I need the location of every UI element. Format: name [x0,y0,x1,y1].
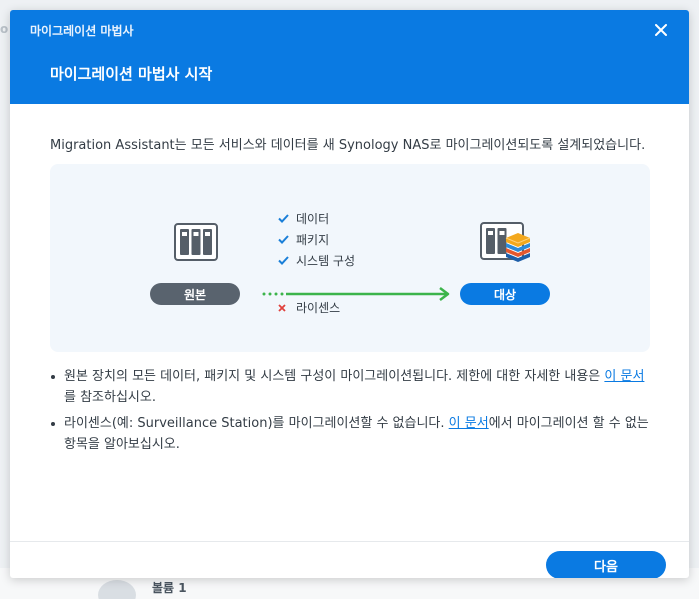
migration-wizard-dialog: 마이그레이션 마법사 마이그레이션 마법사 시작 Migration Assis… [10,10,689,578]
source-label: 원본 [150,283,240,305]
dialog-header: 마이그레이션 마법사 마이그레이션 마법사 시작 [10,10,689,104]
note-item: 라이센스(예: Surveillance Station)를 마이그레이션할 수… [50,413,654,455]
cross-icon [278,303,296,312]
check-icon [278,214,296,223]
excluded-item-label: 라이센스 [296,301,341,315]
background-text-fragment: o [0,22,9,36]
intro-text: Migration Assistant는 모든 서비스와 데이터를 새 Syno… [50,138,646,153]
page-title: 마이그레이션 마법사 시작 [50,65,213,83]
doc-link[interactable]: 이 문서 [449,416,489,431]
note-text: 를 참조하십시오. [64,390,156,405]
included-item-label: 패키지 [296,233,330,247]
included-item-label: 데이터 [296,212,330,226]
target-label: 대상 [460,283,550,305]
next-button[interactable]: 다음 [546,551,666,578]
migration-diagram: 원본 데이터 패키지 시스템 구성 라이센스 대상 [50,164,650,352]
excluded-item: 라이센스 [278,297,340,318]
doc-link[interactable]: 이 문서 [604,369,644,384]
note-text: 원본 장치의 모든 데이터, 패키지 및 시스템 구성이 마이그레이션됩니다. … [64,369,605,384]
target-nas-icon [480,222,530,262]
check-icon [278,256,296,265]
background-volume-label: 볼륨 1 [152,581,187,595]
list-item: 패키지 [278,229,355,250]
close-button[interactable] [649,18,673,42]
included-items-list: 데이터 패키지 시스템 구성 [278,208,355,271]
close-icon [655,24,667,36]
list-item: 시스템 구성 [278,250,355,271]
source-nas-icon [174,223,218,261]
footer-divider [10,541,689,542]
note-item: 원본 장치의 모든 데이터, 패키지 및 시스템 구성이 마이그레이션됩니다. … [50,366,654,408]
included-item-label: 시스템 구성 [296,254,356,268]
check-icon [278,235,296,244]
window-title: 마이그레이션 마법사 [30,24,134,38]
notes-list: 원본 장치의 모든 데이터, 패키지 및 시스템 구성이 마이그레이션됩니다. … [50,366,654,460]
list-item: 데이터 [278,208,355,229]
note-text: 라이센스(예: Surveillance Station)를 마이그레이션할 수… [64,416,449,431]
